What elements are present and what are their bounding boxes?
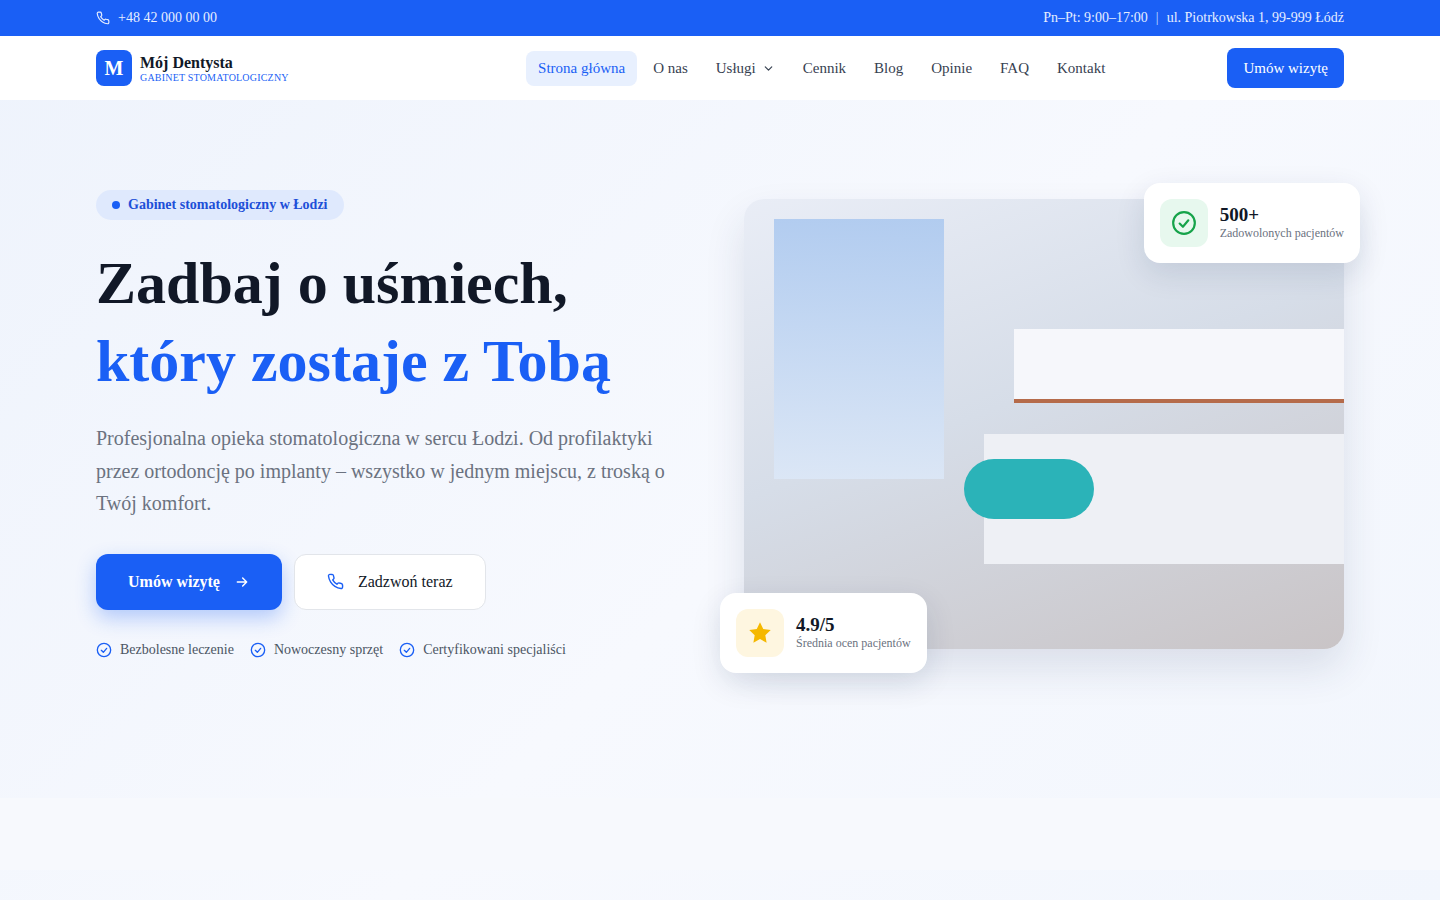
separator: | bbox=[1156, 10, 1159, 26]
book-visit-button[interactable]: Umów wizytę bbox=[96, 554, 282, 610]
nav-item[interactable]: Kontakt bbox=[1045, 51, 1117, 86]
feature-item: Certyfikowani specjaliści bbox=[399, 642, 566, 658]
info: Pn–Pt: 9:00–17:00 | ul. Piotrkowska 1, 99-… bbox=[1043, 10, 1344, 26]
patients-stat-card: 500+Zadowolonych pacjentów bbox=[1144, 183, 1360, 263]
clinic-photo bbox=[744, 199, 1344, 649]
feature-item: Nowoczesny sprzęt bbox=[250, 642, 383, 658]
hero-description: Profesjonalna opieka stomatologiczna w s… bbox=[96, 422, 672, 520]
logo-mark: M bbox=[96, 50, 132, 86]
page: +48 42 000 00 00 Pn–Pt: 9:00–17:00 | ul. Pi… bbox=[0, 0, 1440, 900]
stat-value: 4.9/5 bbox=[796, 614, 911, 636]
opening-hours: Pn–Pt: 9:00–17:00 bbox=[1043, 10, 1148, 26]
feature-list: Bezbolesne leczenie Nowoczesny sprzęt Cert… bbox=[96, 642, 672, 658]
stat-label: Średnia ocen pacjentów bbox=[796, 636, 911, 651]
call-button[interactable]: Zadzwoń teraz bbox=[294, 554, 486, 610]
phone-icon bbox=[327, 573, 344, 590]
next-section bbox=[0, 798, 1440, 870]
nav-item[interactable]: Cennik bbox=[791, 51, 858, 86]
nav-item[interactable]: FAQ bbox=[988, 51, 1041, 86]
phone-contact[interactable]: +48 42 000 00 00 bbox=[96, 10, 217, 26]
chevron-down-icon bbox=[762, 62, 775, 75]
top-bar: +48 42 000 00 00 Pn–Pt: 9:00–17:00 | ul. Pi… bbox=[0, 0, 1440, 36]
nav-item[interactable]: Blog bbox=[862, 51, 915, 86]
feature-item: Bezbolesne leczenie bbox=[96, 642, 234, 658]
nav-item[interactable]: O nas bbox=[641, 51, 700, 86]
stat-label: Zadowolonych pacjentów bbox=[1220, 226, 1344, 241]
hero: Gabinet stomatologiczny w Łodzi Zadbaj o … bbox=[0, 100, 1440, 798]
check-circle-icon bbox=[399, 642, 415, 658]
hero-title: Zadbaj o uśmiech,który zostaje z Tobą bbox=[96, 244, 672, 400]
check-circle-icon bbox=[1171, 210, 1197, 236]
arrow-right-icon bbox=[234, 574, 250, 590]
phone-text: +48 42 000 00 00 bbox=[118, 10, 217, 26]
header: M Mój DentystaGABINET STOMATOLOGICZNY Stro… bbox=[0, 36, 1440, 100]
star-icon bbox=[747, 620, 773, 646]
badge-dot bbox=[112, 201, 120, 209]
logo[interactable]: M Mój DentystaGABINET STOMATOLOGICZNY bbox=[96, 50, 416, 86]
logo-subtitle: GABINET STOMATOLOGICZNY bbox=[140, 72, 289, 83]
location-badge: Gabinet stomatologiczny w Łodzi bbox=[96, 190, 344, 220]
check-circle-icon bbox=[96, 642, 112, 658]
check-circle-icon bbox=[250, 642, 266, 658]
phone-icon bbox=[96, 11, 110, 25]
nav-item[interactable]: Usługi bbox=[704, 51, 787, 86]
main-nav: Strona głównaO nasUsługiCennikBlogOpinie… bbox=[526, 51, 1117, 86]
book-visit-button[interactable]: Umów wizytę bbox=[1227, 48, 1344, 88]
rating-stat-card: 4.9/5Średnia ocen pacjentów bbox=[720, 593, 927, 673]
nav-item[interactable]: Strona główna bbox=[526, 51, 637, 86]
logo-name: Mój Dentysta bbox=[140, 54, 289, 72]
stat-value: 500+ bbox=[1220, 204, 1344, 226]
address: ul. Piotrkowska 1, 99-999 Łódź bbox=[1167, 10, 1344, 26]
nav-item[interactable]: Opinie bbox=[919, 51, 984, 86]
